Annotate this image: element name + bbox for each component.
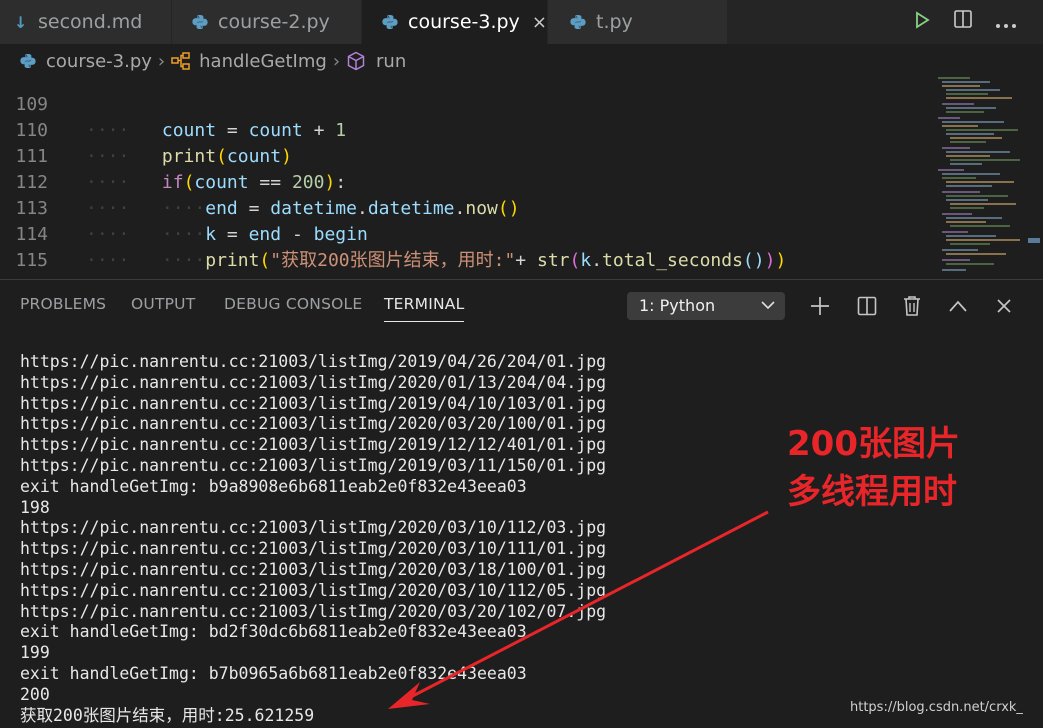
terminal-select-value: 1: Python: [639, 296, 716, 315]
terminal-line: https://pic.nanrentu.cc:21003/listImg/20…: [20, 601, 607, 621]
code-line: 113 ···· ····k = end - begin: [0, 170, 930, 245]
tab-label: t.py: [596, 11, 633, 33]
close-icon[interactable]: ×: [532, 12, 547, 33]
markdown-icon: ↓: [14, 12, 28, 32]
chevron-right-icon: ›: [157, 50, 166, 72]
breadcrumb-class-label: handleGetImg: [199, 50, 327, 72]
annotation-line-2: 多线程用时: [787, 472, 957, 512]
method-icon: [347, 51, 365, 71]
breadcrumb-file-label: course-3.py: [46, 50, 152, 72]
breadcrumb-file[interactable]: course-3.py: [20, 51, 152, 72]
watermark: https://blog.csdn.net/crxk_: [850, 700, 1023, 715]
add-terminal-icon[interactable]: [806, 292, 834, 320]
terminal-line: https://pic.nanrentu.cc:21003/listImg/20…: [20, 559, 607, 579]
breadcrumb-method-label: run: [376, 50, 407, 72]
annotation-text: 200张图片 多线程用时: [787, 420, 960, 516]
code-line: 114 ···· ····print("获取200张图片结束，用时:"+ str…: [0, 196, 930, 271]
maximize-panel-icon[interactable]: [944, 292, 972, 320]
tab-label: course-2.py: [218, 11, 330, 33]
python-icon: [570, 15, 586, 29]
tab-second-md[interactable]: ↓ second.md: [0, 0, 172, 44]
code-line: 109 ···· count = count + 1: [0, 72, 930, 141]
split-editor-icon[interactable]: [953, 9, 973, 35]
terminal-line: https://pic.nanrentu.cc:21003/listImg/20…: [20, 372, 607, 392]
terminal-line: https://pic.nanrentu.cc:21003/listImg/20…: [20, 539, 607, 559]
tab-course-3[interactable]: course-3.py ×: [362, 0, 548, 44]
code-line: 112 ···· ····end = datetime.datetime.now…: [0, 144, 930, 219]
terminal-select[interactable]: 1: Python: [627, 292, 785, 320]
close-panel-icon[interactable]: [990, 292, 1018, 320]
code-editor[interactable]: 109 ···· count = count + 1 110 ···· prin…: [0, 72, 930, 278]
code-text: ···· ····exit(): [86, 274, 270, 278]
tab-label: second.md: [38, 11, 143, 33]
code-line: 110 ···· print(count): [0, 92, 930, 167]
terminal-line: https://pic.nanrentu.cc:21003/listImg/20…: [20, 352, 607, 371]
editor-actions: [913, 0, 1043, 44]
editor-tab-bar: ↓ second.md course-2.py course-3.py × t.…: [0, 0, 1043, 44]
tab-problems[interactable]: PROBLEMS: [20, 280, 106, 328]
tab-course-2[interactable]: course-2.py: [172, 0, 362, 44]
breadcrumb-class[interactable]: handleGetImg: [171, 51, 327, 72]
python-icon: [192, 15, 208, 29]
code-line: 111 ···· if(count == 200):: [0, 118, 930, 193]
trash-icon[interactable]: [898, 292, 926, 320]
annotation-line-1: 200张图片: [787, 424, 960, 464]
terminal-output[interactable]: https://pic.nanrentu.cc:21003/listImg/20…: [20, 352, 1020, 726]
tab-t-py[interactable]: t.py: [548, 0, 728, 44]
minimap[interactable]: [930, 72, 1040, 278]
python-icon: [382, 15, 398, 29]
breadcrumb-method[interactable]: run: [346, 51, 406, 72]
tab-terminal[interactable]: TERMINAL: [384, 280, 465, 328]
code-line: 116 ···· threadLock.release(): [0, 248, 930, 278]
line-number: 116: [0, 274, 48, 278]
tab-label: course-3.py: [408, 11, 520, 33]
terminal-line: exit handleGetImg: b7b0965a6b6811eab2e0f…: [20, 663, 527, 683]
panel-tab-bar: PROBLEMS OUTPUT DEBUG CONSOLE TERMINAL: [0, 280, 1043, 328]
chevron-right-icon: ›: [332, 50, 341, 72]
tab-debug-console[interactable]: DEBUG CONSOLE: [224, 280, 362, 328]
code-line: 115 ···· ····exit(): [0, 222, 930, 278]
terminal-line: 199: [20, 643, 50, 663]
terminal-line: https://pic.nanrentu.cc:21003/listImg/20…: [20, 580, 607, 600]
terminal-line: https://pic.nanrentu.cc:21003/listImg/20…: [20, 393, 607, 413]
more-icon[interactable]: [995, 10, 1017, 35]
terminal-line: exit handleGetImg: bd2f30dc6b6811eab2e0f…: [20, 622, 527, 642]
chevron-down-icon: [761, 292, 775, 320]
terminal-line: https://pic.nanrentu.cc:21003/listImg/20…: [20, 518, 607, 538]
tab-output[interactable]: OUTPUT: [131, 280, 195, 328]
split-terminal-icon[interactable]: [853, 292, 881, 320]
class-icon: [171, 52, 190, 70]
run-icon[interactable]: [913, 10, 931, 35]
python-icon: [20, 54, 36, 68]
